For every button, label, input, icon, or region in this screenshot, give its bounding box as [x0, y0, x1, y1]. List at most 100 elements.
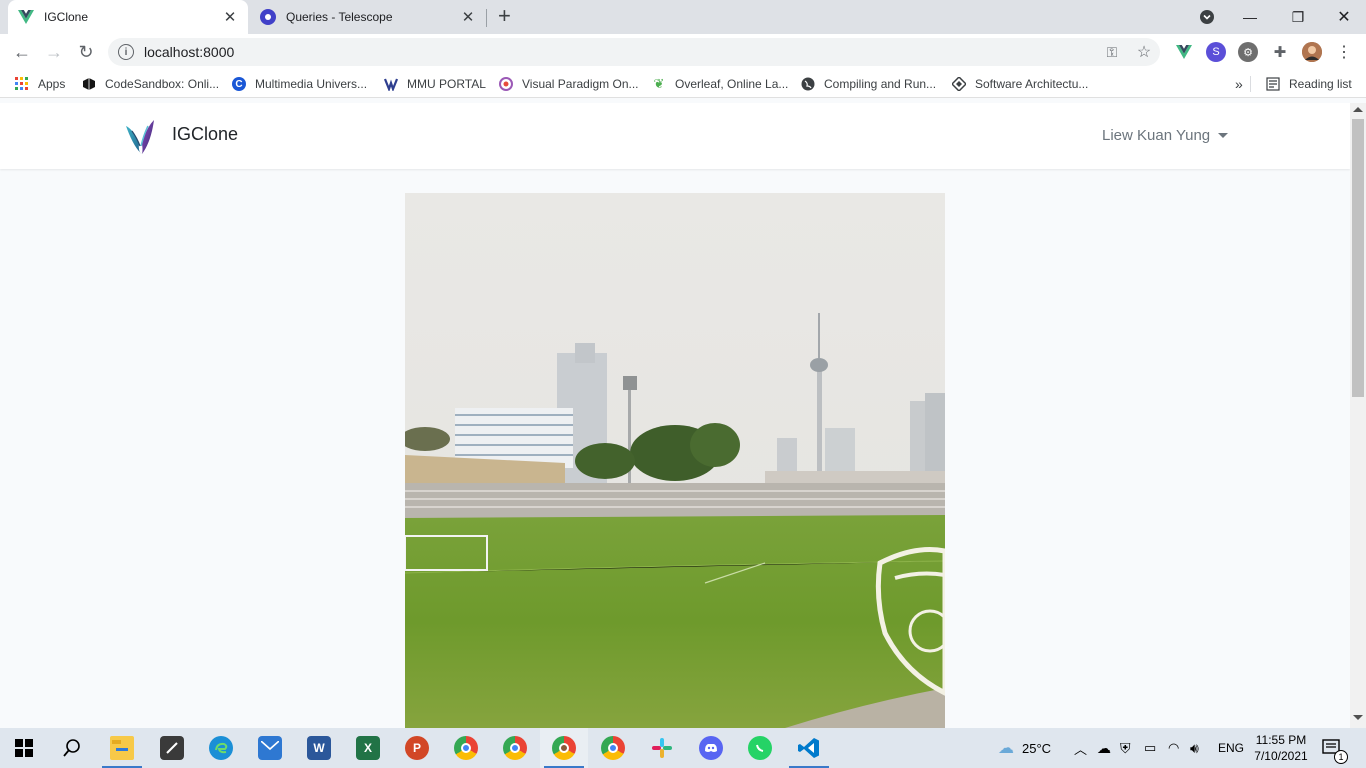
- tab-telescope[interactable]: Queries - Telescope ✕: [250, 0, 486, 34]
- clock-time: 11:55 PM: [1255, 733, 1307, 747]
- mmu-c-icon: C: [232, 77, 246, 91]
- tab-divider: [486, 9, 487, 27]
- bookmark-codesandbox[interactable]: CodeSandbox: Onli...: [82, 76, 219, 92]
- vscode-icon[interactable]: [785, 728, 833, 768]
- bookmarks-bar: Apps CodeSandbox: Onli... C Multimedia U…: [0, 70, 1366, 98]
- chrome-profile-3-icon[interactable]: [589, 728, 637, 768]
- key-icon[interactable]: ⚿: [1100, 38, 1124, 66]
- apps-grid-icon: [15, 77, 29, 91]
- show-hidden-icons[interactable]: ︿: [1074, 728, 1087, 768]
- edge-browser-icon[interactable]: [197, 728, 245, 768]
- reload-icon[interactable]: ↻: [74, 40, 98, 64]
- site-info-icon[interactable]: i: [118, 44, 134, 60]
- mail-icon[interactable]: [246, 728, 294, 768]
- notification-badge: 1: [1334, 750, 1348, 764]
- extension-s-icon[interactable]: S: [1206, 42, 1226, 62]
- vue-logo-icon: [18, 9, 34, 25]
- action-center-button[interactable]: 1: [1322, 728, 1348, 768]
- excel-icon[interactable]: X: [344, 728, 392, 768]
- windows-start-icon[interactable]: [0, 728, 48, 768]
- clock-date: 7/10/2021: [1254, 749, 1308, 763]
- bookmark-multimedia[interactable]: C Multimedia Univers...: [232, 76, 367, 92]
- volume-icon[interactable]: 🔊︎: [1190, 728, 1199, 768]
- scroll-thumb[interactable]: [1352, 119, 1364, 397]
- slack-icon[interactable]: [638, 728, 686, 768]
- menu-kebab-icon[interactable]: ⋮: [1334, 38, 1354, 66]
- weather-temp: 25°C: [1022, 740, 1052, 756]
- tab-search-icon[interactable]: [1194, 0, 1220, 34]
- discord-icon[interactable]: [687, 728, 735, 768]
- chrome-active-icon[interactable]: [540, 728, 588, 768]
- telescope-icon: [260, 9, 276, 25]
- more-bookmarks-icon[interactable]: »: [1235, 76, 1243, 92]
- word-icon[interactable]: W: [295, 728, 343, 768]
- bookmark-label: Overleaf, Online La...: [675, 77, 789, 91]
- bookmark-label: Apps: [38, 77, 66, 91]
- bird-logo-icon[interactable]: [124, 118, 158, 156]
- minimize-icon[interactable]: —: [1232, 0, 1268, 34]
- user-dropdown[interactable]: Liew Kuan Yung: [1102, 127, 1229, 144]
- new-tab-icon[interactable]: +: [498, 5, 511, 27]
- scroll-down-icon[interactable]: [1353, 715, 1363, 720]
- address-bar[interactable]: i localhost:8000: [108, 38, 1160, 66]
- weather-cloud-icon: ☁: [998, 740, 1014, 757]
- file-explorer-icon[interactable]: [98, 728, 146, 768]
- reading-list-button[interactable]: Reading list: [1266, 76, 1352, 92]
- scroll-up-icon[interactable]: [1353, 107, 1363, 112]
- restore-icon[interactable]: ❐: [1280, 0, 1316, 34]
- post-image[interactable]: [405, 193, 945, 728]
- browser-tab-strip: IGClone ✕ Queries - Telescope ✕ + — ❐ ✕: [0, 0, 1366, 34]
- clock[interactable]: 11:55 PM 7/10/2021: [1250, 732, 1312, 764]
- app-navbar: IGClone Liew Kuan Yung: [0, 103, 1350, 169]
- onedrive-cloud-icon[interactable]: ☁: [1097, 728, 1111, 768]
- bookmark-label: MMU PORTAL: [407, 77, 486, 91]
- tab-title: IGClone: [44, 10, 89, 24]
- powerpoint-icon[interactable]: P: [393, 728, 441, 768]
- bookmark-star-icon[interactable]: ☆: [1132, 38, 1156, 66]
- bookmark-label: Software Architectu...: [975, 77, 1089, 91]
- chrome-profile-2-icon[interactable]: [491, 728, 539, 768]
- bookmark-mmu-portal[interactable]: MMU PORTAL: [384, 76, 486, 92]
- reading-list-label: Reading list: [1289, 77, 1352, 91]
- visual-paradigm-icon: [499, 77, 513, 91]
- page-content: IGClone Liew Kuan Yung: [0, 103, 1350, 728]
- tab-title: Queries - Telescope: [286, 10, 393, 24]
- back-icon[interactable]: ←: [10, 40, 34, 64]
- address-text: localhost:8000: [144, 44, 235, 60]
- language-indicator[interactable]: ENG: [1218, 728, 1244, 768]
- bookmark-visual-paradigm[interactable]: Visual Paradigm On...: [499, 76, 639, 92]
- bookmark-apps[interactable]: Apps: [15, 76, 65, 92]
- bookmark-label: Compiling and Run...: [824, 77, 937, 91]
- extensions-puzzle-icon[interactable]: ✚: [1270, 42, 1290, 62]
- close-tab-icon[interactable]: ✕: [460, 8, 476, 26]
- bookmark-label: CodeSandbox: Onli...: [105, 77, 220, 91]
- bookmarks-divider: [1250, 76, 1251, 92]
- battery-icon[interactable]: ▭: [1144, 728, 1156, 768]
- extension-gear-icon[interactable]: ⚙: [1238, 42, 1258, 62]
- bookmark-software-architecture[interactable]: Software Architectu...: [952, 76, 1088, 92]
- forward-icon[interactable]: →: [42, 40, 66, 64]
- defender-icon[interactable]: ⛨: [1120, 728, 1131, 768]
- windows-taskbar: W X P ☁ 25°C ︿ ☁ ⛨ ▭ ◠ 🔊︎ ENG 11:55 PM 7…: [0, 728, 1366, 768]
- codesandbox-icon: [82, 77, 96, 91]
- close-tab-icon[interactable]: ✕: [222, 8, 238, 26]
- bookmark-compiling[interactable]: Compiling and Run...: [801, 76, 936, 92]
- page-scrollbar[interactable]: [1350, 103, 1366, 728]
- brand-name[interactable]: IGClone: [172, 124, 238, 145]
- whatsapp-icon[interactable]: [736, 728, 784, 768]
- search-icon[interactable]: [48, 728, 96, 768]
- close-window-icon[interactable]: ✕: [1326, 0, 1362, 34]
- browser-toolbar: ← → ↻ i localhost:8000 ⚿ ☆ S ⚙ ✚ ⋮: [0, 34, 1366, 70]
- notes-app-icon[interactable]: [148, 728, 196, 768]
- caret-down-icon: [1218, 133, 1229, 138]
- bookmark-overleaf[interactable]: ❦ Overleaf, Online La...: [652, 76, 789, 92]
- tab-igclone[interactable]: IGClone ✕: [8, 0, 248, 34]
- chrome-profile-1-icon[interactable]: [442, 728, 490, 768]
- profile-avatar[interactable]: [1302, 42, 1322, 62]
- overleaf-icon: ❦: [653, 76, 665, 91]
- wifi-icon[interactable]: ◠: [1168, 728, 1179, 768]
- weather-widget[interactable]: ☁ 25°C: [998, 728, 1051, 768]
- bookmark-label: Visual Paradigm On...: [522, 77, 639, 91]
- vue-devtools-icon[interactable]: [1174, 42, 1194, 62]
- reading-list-icon: [1266, 77, 1280, 91]
